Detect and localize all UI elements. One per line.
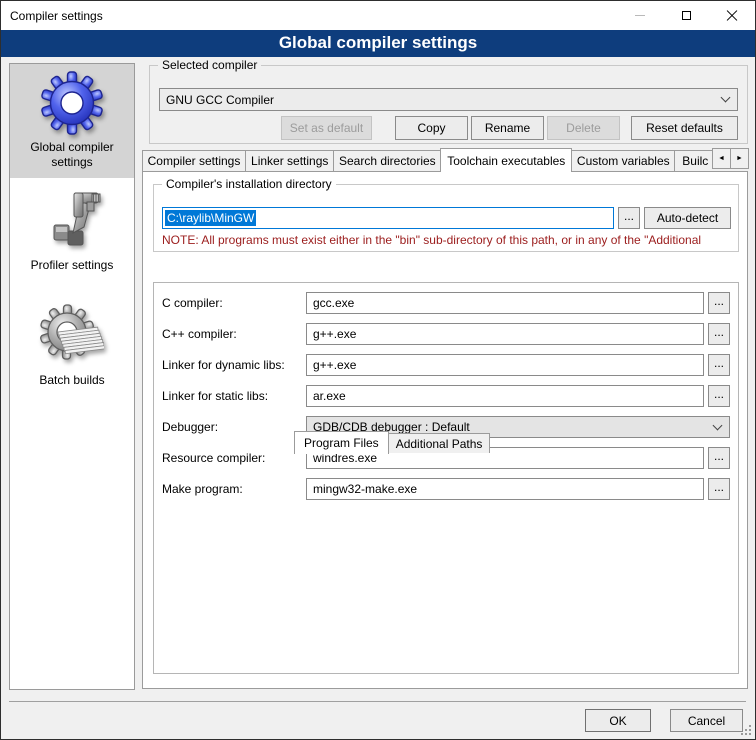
compiler-select[interactable]: GNU GCC Compiler [159,88,738,111]
chevron-down-icon [713,420,723,430]
window-title: Compiler settings [10,9,103,23]
blue-gear-icon [40,71,104,135]
selected-text: C:\raylib\MinGW [165,210,256,226]
set-as-default-button: Set as default [281,116,372,140]
installation-directory-group: Compiler's installation directory C:\ray… [153,184,739,252]
tab-program-files[interactable]: Program Files [294,431,389,454]
program-files-tabstrip: Program Files Additional Paths [294,430,489,453]
settings-tabstrip: Compiler settings Linker settings Search… [142,147,749,171]
cpp-compiler-browse-button[interactable]: ... [708,323,730,345]
maximize-icon [682,11,691,20]
field-label: Debugger: [162,416,304,438]
static-linker-input[interactable]: ar.exe [306,385,704,407]
close-button[interactable] [709,1,755,30]
group-label: Compiler's installation directory [162,177,336,191]
dynamic-linker-row: Linker for dynamic libs: g++.exe ... [154,354,738,376]
field-label: C++ compiler: [162,323,304,345]
static-linker-row: Linker for static libs: ar.exe ... [154,385,738,407]
toolchain-executables-page: Compiler's installation directory C:\ray… [142,171,748,689]
program-files-page: C compiler: gcc.exe ... C++ compiler: g+… [153,282,739,674]
make-program-row: Make program: mingw32-make.exe ... [154,478,738,500]
field-label: Resource compiler: [162,447,304,469]
reset-defaults-button[interactable]: Reset defaults [631,116,738,140]
resource-compiler-browse-button[interactable]: ... [708,447,730,469]
compiler-settings-dialog: Compiler settings Global compiler settin… [0,0,756,740]
titlebar: Compiler settings [1,1,755,30]
rename-button[interactable]: Rename [471,116,544,140]
settings-category-list: Global compiler settings [9,63,135,690]
minimize-icon [635,15,645,16]
c-compiler-input[interactable]: gcc.exe [306,292,704,314]
copy-button[interactable]: Copy [395,116,468,140]
c-compiler-browse-button[interactable]: ... [708,292,730,314]
compiler-button-row: Set as default Copy Rename Delete Reset … [159,116,738,140]
chevron-down-icon [721,93,731,103]
sidebar-item-label: Batch builds [20,373,124,388]
field-label: Linker for static libs: [162,385,304,407]
tab-compiler-settings[interactable]: Compiler settings [142,150,246,171]
field-label: Make program: [162,478,304,500]
resize-grip[interactable] [749,725,751,727]
sidebar-item-profiler-settings[interactable]: Profiler settings [10,182,134,281]
cpp-compiler-input[interactable]: g++.exe [306,323,704,345]
dynamic-linker-input[interactable]: g++.exe [306,354,704,376]
caliper-icon [40,189,104,253]
tab-additional-paths[interactable]: Additional Paths [388,433,491,453]
static-linker-browse-button[interactable]: ... [708,385,730,407]
sidebar-item-label: Profiler settings [20,258,124,273]
tab-toolchain-executables[interactable]: Toolchain executables [440,148,572,172]
footer-divider [9,701,746,702]
tab-scroll-left-icon[interactable]: ◄ [712,148,731,169]
sidebar-item-label: Global compiler settings [20,140,124,170]
tab-search-directories[interactable]: Search directories [333,150,441,171]
browse-directory-button[interactable]: ... [618,207,640,229]
make-program-input[interactable]: mingw32-make.exe [306,478,704,500]
minimize-button [617,1,663,30]
tab-build-options-clipped[interactable]: Builc [674,150,713,171]
tab-custom-variables[interactable]: Custom variables [571,150,675,171]
delete-button: Delete [547,116,620,140]
make-program-browse-button[interactable]: ... [708,478,730,500]
sidebar-item-batch-builds[interactable]: Batch builds [10,297,134,396]
tab-linker-settings[interactable]: Linker settings [245,150,334,171]
c-compiler-row: C compiler: gcc.exe ... [154,292,738,314]
selected-compiler-group: Selected compiler GNU GCC Compiler Set a… [149,65,748,144]
cancel-button[interactable]: Cancel [670,709,743,732]
compiler-select-value: GNU GCC Compiler [166,93,722,107]
installation-directory-input[interactable]: C:\raylib\MinGW [162,207,614,229]
field-label: Linker for dynamic libs: [162,354,304,376]
cpp-compiler-row: C++ compiler: g++.exe ... [154,323,738,345]
tab-scrollers: ◄ ► [712,148,749,169]
bin-subdirectory-note: NOTE: All programs must exist either in … [162,233,734,247]
close-icon [726,10,738,22]
group-label: Selected compiler [158,58,261,72]
dynamic-linker-browse-button[interactable]: ... [708,354,730,376]
auto-detect-button[interactable]: Auto-detect [644,207,731,229]
tab-scroll-right-icon[interactable]: ► [730,148,749,169]
caption-buttons [617,1,755,30]
sidebar-item-global-compiler-settings[interactable]: Global compiler settings [10,64,134,178]
page-title: Global compiler settings [1,30,755,57]
maximize-button[interactable] [663,1,709,30]
field-label: C compiler: [162,292,304,314]
grey-gear-stack-icon [40,304,104,368]
ok-button[interactable]: OK [585,709,651,732]
